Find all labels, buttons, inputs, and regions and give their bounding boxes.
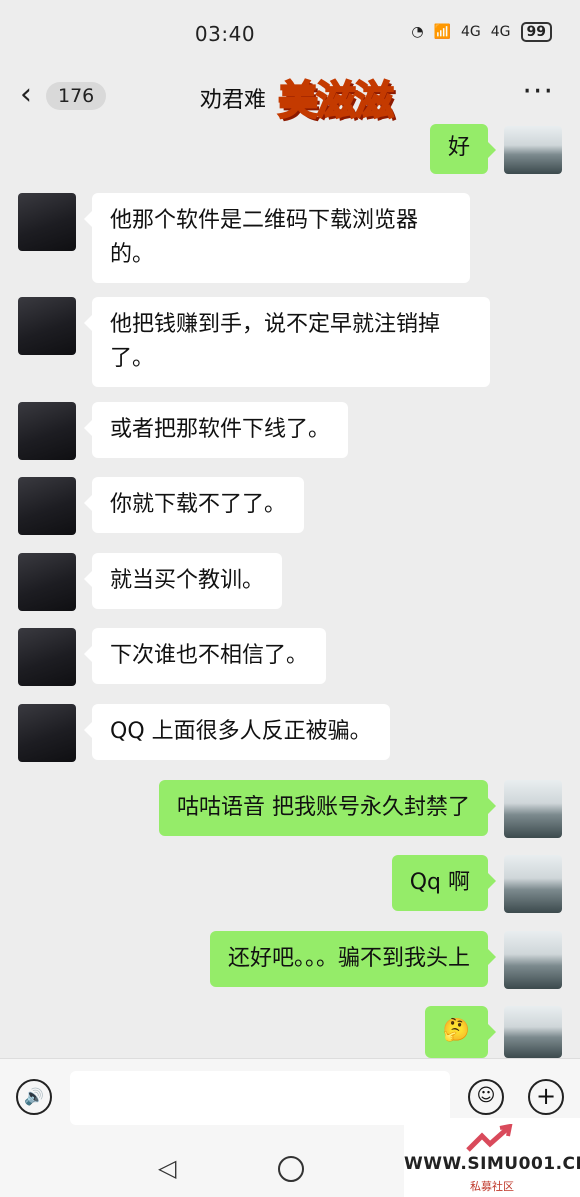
voice-icon[interactable]: 🔊 xyxy=(16,1079,52,1115)
avatar-contact[interactable] xyxy=(18,628,76,686)
avatar-self[interactable] xyxy=(504,855,562,913)
avatar-self[interactable] xyxy=(504,780,562,838)
message-bubble-in: 下次谁也不相信了。 xyxy=(83,628,327,684)
unread-count-badge[interactable]: 176 xyxy=(46,82,107,110)
message-bubble-out: 好 xyxy=(429,124,497,174)
avatar-self[interactable] xyxy=(504,126,562,174)
nav-home-icon[interactable] xyxy=(278,1156,304,1182)
speed-icon: ◔ xyxy=(411,24,424,40)
avatar-contact[interactable] xyxy=(18,553,76,611)
more-options-icon[interactable]: ··· xyxy=(522,74,554,109)
message-bubble-in: 或者把那软件下线了。 xyxy=(83,402,349,458)
avatar-self[interactable] xyxy=(504,1006,562,1058)
watermark-url: WWW.SIMU001.CN xyxy=(404,1154,580,1174)
watermark-subtitle: 私募社区 xyxy=(470,1180,514,1193)
message-bubble-in: 你就下载不了了。 xyxy=(83,477,305,533)
avatar-self[interactable] xyxy=(504,931,562,989)
wifi-icon: 📶 xyxy=(433,24,451,40)
chat-header: ‹ 176 劝君难 美滋滋 ··· xyxy=(0,66,580,128)
network-label-2: 4G xyxy=(490,24,511,40)
avatar-contact[interactable] xyxy=(18,297,76,355)
message-bubble-in: QQ 上面很多人反正被骗。 xyxy=(84,704,390,760)
avatar-contact[interactable] xyxy=(18,193,76,251)
message-bubble-in: 他那个软件是二维码下载浏览器的。 xyxy=(84,193,470,283)
avatar-contact[interactable] xyxy=(18,477,76,535)
battery-icon: 99 xyxy=(520,22,552,42)
status-time: 03:40 xyxy=(194,22,256,46)
message-bubble-out: 🤔 xyxy=(424,1006,497,1058)
watermark-logo: 美滋滋 xyxy=(277,77,395,125)
nav-back-icon[interactable]: ◁ xyxy=(158,1154,176,1182)
avatar-contact[interactable] xyxy=(18,704,76,762)
chat-title: 劝君难 xyxy=(200,88,267,113)
network-label-1: 4G xyxy=(460,24,481,40)
message-bubble-in: 就当买个教训。 xyxy=(83,553,283,609)
message-bubble-in: 他把钱赚到手，说不定早就注销掉了。 xyxy=(84,297,490,387)
back-arrow-icon[interactable]: ‹ xyxy=(20,80,32,110)
watermark-arrow-icon xyxy=(466,1124,513,1152)
site-watermark: WWW.SIMU001.CN 私募社区 xyxy=(404,1118,580,1197)
avatar-contact[interactable] xyxy=(18,402,76,460)
emoji-icon[interactable]: ☺ xyxy=(468,1079,504,1115)
message-bubble-out: Qq 啊 xyxy=(391,855,497,911)
message-input[interactable] xyxy=(70,1071,450,1125)
plus-icon[interactable]: + xyxy=(528,1079,564,1115)
status-bar: 03:40 ◔ 📶 4G 4G 99 xyxy=(0,0,580,66)
message-bubble-out: 还好吧。。。骗不到我头上 xyxy=(209,931,497,987)
message-bubble-out: 咕咕语音 把我账号永久封禁了 xyxy=(159,780,496,836)
status-icons: ◔ 📶 4G 4G 99 xyxy=(411,22,552,42)
